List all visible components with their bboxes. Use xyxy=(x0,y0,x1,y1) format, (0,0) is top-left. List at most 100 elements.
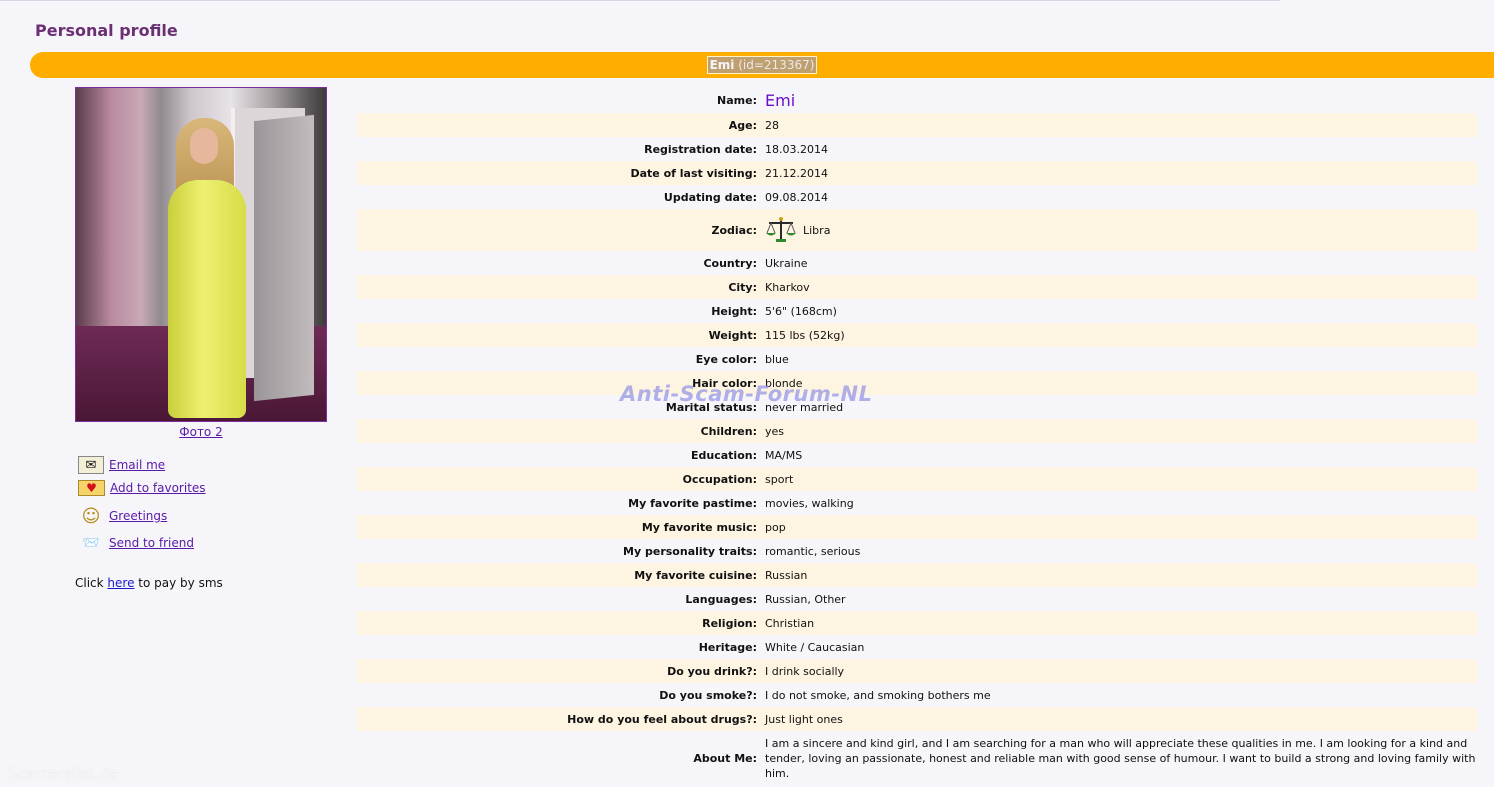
table-row: Marital status: never married xyxy=(357,395,1477,419)
email-me-link[interactable]: Email me xyxy=(109,458,165,472)
drink-label: Do you drink?: xyxy=(357,659,765,683)
marital-status-value: never married xyxy=(765,395,1477,419)
send-to-friend-icon[interactable]: 📨 xyxy=(78,534,104,552)
age-value: 28 xyxy=(765,113,1477,137)
registration-date-value: 18.03.2014 xyxy=(765,137,1477,161)
page-title: Personal profile xyxy=(35,21,178,40)
table-row: Name: Emi xyxy=(357,87,1477,113)
table-row: My favorite cuisine: Russian xyxy=(357,563,1477,587)
photo-2-link[interactable]: Фото 2 xyxy=(75,425,327,439)
drink-value: I drink socially xyxy=(765,659,1477,683)
religion-label: Religion: xyxy=(357,611,765,635)
table-row: Age: 28 xyxy=(357,113,1477,137)
music-value: pop xyxy=(765,515,1477,539)
table-row: Occupation: sport xyxy=(357,467,1477,491)
banner-id: (id=213367) xyxy=(738,58,815,72)
top-divider xyxy=(0,0,1280,1)
send-to-friend-action[interactable]: 📨 Send to friend xyxy=(78,534,194,552)
table-row: Do you smoke?: I do not smoke, and smoki… xyxy=(357,683,1477,707)
table-row: Weight: 115 lbs (52kg) xyxy=(357,323,1477,347)
table-row: My favorite pastime: movies, walking xyxy=(357,491,1477,515)
table-row: City: Kharkov xyxy=(357,275,1477,299)
country-value: Ukraine xyxy=(765,251,1477,275)
profile-photo[interactable] xyxy=(75,87,327,422)
banner-name: Emi xyxy=(709,58,735,72)
languages-label: Languages: xyxy=(357,587,765,611)
smoke-label: Do you smoke?: xyxy=(357,683,765,707)
smoke-value: I do not smoke, and smoking bothers me xyxy=(765,683,1477,707)
cuisine-label: My favorite cuisine: xyxy=(357,563,765,587)
drugs-value: Just light ones xyxy=(765,707,1477,731)
name-label: Name: xyxy=(357,87,765,113)
table-row: Religion: Christian xyxy=(357,611,1477,635)
occupation-label: Occupation: xyxy=(357,467,765,491)
table-row: My favorite music: pop xyxy=(357,515,1477,539)
marital-status-label: Marital status: xyxy=(357,395,765,419)
profile-details-table: Name: Emi Age: 28 Registration date: 18.… xyxy=(357,87,1477,786)
education-value: MA/MS xyxy=(765,443,1477,467)
city-label: City: xyxy=(357,275,765,299)
sms-payment-note: Click here to pay by sms xyxy=(75,576,223,590)
city-value: Kharkov xyxy=(765,275,1477,299)
about-value: I am a sincere and kind girl, and I am s… xyxy=(765,731,1477,786)
sms-prefix: Click xyxy=(75,576,104,590)
libra-scales-icon xyxy=(766,217,796,242)
banner-label: Emi (id=213367) xyxy=(706,56,818,74)
registration-date-label: Registration date: xyxy=(357,137,765,161)
add-to-favorites-action[interactable]: ♥ Add to favorites xyxy=(78,480,206,496)
table-row: Country: Ukraine xyxy=(357,251,1477,275)
occupation-value: sport xyxy=(765,467,1477,491)
pastime-label: My favorite pastime: xyxy=(357,491,765,515)
weight-label: Weight: xyxy=(357,323,765,347)
music-label: My favorite music: xyxy=(357,515,765,539)
weight-value: 115 lbs (52kg) xyxy=(765,323,1477,347)
children-value: yes xyxy=(765,419,1477,443)
greetings-action[interactable]: ☺ Greetings xyxy=(78,506,168,527)
email-me-action[interactable]: ✉ Email me xyxy=(78,456,165,474)
table-row: Hair color: blonde xyxy=(357,371,1477,395)
pastime-value: movies, walking xyxy=(765,491,1477,515)
about-label: About Me: xyxy=(357,731,765,786)
greetings-link[interactable]: Greetings xyxy=(109,509,167,523)
photo-block: Фото 2 xyxy=(75,87,327,439)
smiley-icon[interactable]: ☺ xyxy=(78,506,104,527)
zodiac-label: Zodiac: xyxy=(357,209,765,251)
hair-color-label: Hair color: xyxy=(357,371,765,395)
last-visit-value: 21.12.2014 xyxy=(765,161,1477,185)
send-to-friend-link[interactable]: Send to friend xyxy=(109,536,194,550)
hair-color-value: blonde xyxy=(765,371,1477,395)
heart-icon[interactable]: ♥ xyxy=(78,480,105,496)
sms-here-link[interactable]: here xyxy=(107,576,134,590)
zodiac-value: Libra xyxy=(803,223,831,237)
table-row: Updating date: 09.08.2014 xyxy=(357,185,1477,209)
sms-suffix: to pay by sms xyxy=(138,576,223,590)
profile-banner: Emi (id=213367) xyxy=(30,52,1494,78)
updating-date-value: 09.08.2014 xyxy=(765,185,1477,209)
children-label: Children: xyxy=(357,419,765,443)
languages-value: Russian, Other xyxy=(765,587,1477,611)
table-row: Children: yes xyxy=(357,419,1477,443)
heritage-value: White / Caucasian xyxy=(765,635,1477,659)
personality-value: romantic, serious xyxy=(765,539,1477,563)
drugs-label: How do you feel about drugs?: xyxy=(357,707,765,731)
envelope-icon[interactable]: ✉ xyxy=(78,456,104,474)
table-row: Date of last visiting: 21.12.2014 xyxy=(357,161,1477,185)
eye-color-value: blue xyxy=(765,347,1477,371)
last-visit-label: Date of last visiting: xyxy=(357,161,765,185)
height-value: 5'6" (168cm) xyxy=(765,299,1477,323)
height-label: Height: xyxy=(357,299,765,323)
updating-date-label: Updating date: xyxy=(357,185,765,209)
table-row: About Me: I am a sincere and kind girl, … xyxy=(357,731,1477,786)
personality-label: My personality traits: xyxy=(357,539,765,563)
table-row: Eye color: blue xyxy=(357,347,1477,371)
eye-color-label: Eye color: xyxy=(357,347,765,371)
table-row: How do you feel about drugs?: Just light… xyxy=(357,707,1477,731)
age-label: Age: xyxy=(357,113,765,137)
religion-value: Christian xyxy=(765,611,1477,635)
add-to-favorites-link[interactable]: Add to favorites xyxy=(110,481,206,495)
table-row: Education: MA/MS xyxy=(357,443,1477,467)
table-row: Do you drink?: I drink socially xyxy=(357,659,1477,683)
education-label: Education: xyxy=(357,443,765,467)
watermark-scamerslist: Scamerslist.de xyxy=(8,765,119,783)
name-value: Emi xyxy=(765,90,796,110)
